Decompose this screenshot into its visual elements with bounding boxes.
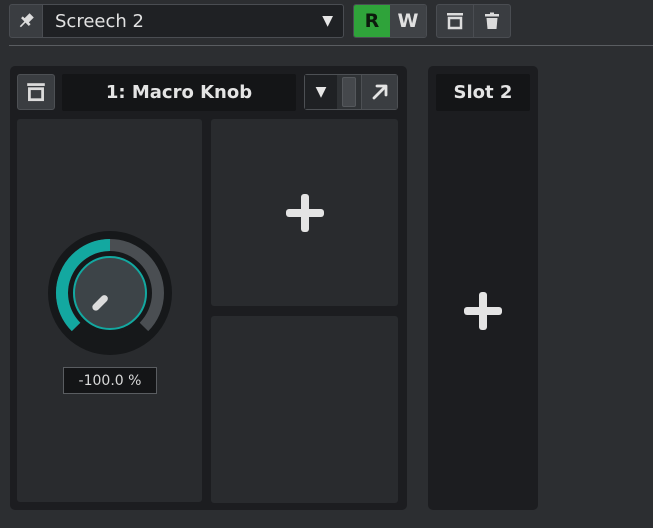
- preset-selector[interactable]: Screech 2 ▼: [42, 4, 344, 38]
- slot-1-menu-button[interactable]: [17, 74, 55, 110]
- slot-1-controls: ▼: [304, 74, 398, 110]
- slot-icon: [27, 83, 45, 102]
- slot-1-handle[interactable]: [337, 75, 361, 109]
- write-automation-button[interactable]: W: [390, 5, 426, 37]
- plus-icon: [464, 292, 502, 330]
- knob-value-display[interactable]: -100.0 %: [63, 367, 157, 394]
- toolbar-divider: [9, 45, 653, 46]
- macro-knob[interactable]: [47, 230, 173, 356]
- slot-1-title[interactable]: 1: Macro Knob: [62, 74, 296, 111]
- read-write-group: R W: [353, 4, 427, 38]
- show-slot-button[interactable]: [437, 5, 473, 37]
- read-automation-button[interactable]: R: [354, 5, 390, 37]
- slot-1-add-control-cell[interactable]: [211, 119, 398, 306]
- slot-1-expand-button[interactable]: [361, 75, 397, 109]
- trash-icon: [485, 12, 499, 29]
- pin-button[interactable]: [9, 4, 43, 38]
- arrow-up-right-icon: [372, 84, 387, 100]
- plus-icon: [285, 193, 324, 232]
- chevron-down-icon: ▼: [315, 84, 327, 100]
- slot-tools-group: [436, 4, 511, 38]
- slot-2-add-button[interactable]: [436, 119, 530, 503]
- pin-icon: [19, 13, 34, 28]
- chevron-down-icon: ▼: [322, 13, 333, 29]
- slot-1-empty-cell[interactable]: [211, 316, 398, 503]
- delete-button[interactable]: [473, 5, 510, 37]
- slot-1-dropdown-button[interactable]: ▼: [305, 75, 337, 109]
- slot-icon: [447, 13, 463, 30]
- slot-2-title[interactable]: Slot 2: [436, 74, 530, 111]
- preset-name: Screech 2: [55, 10, 144, 32]
